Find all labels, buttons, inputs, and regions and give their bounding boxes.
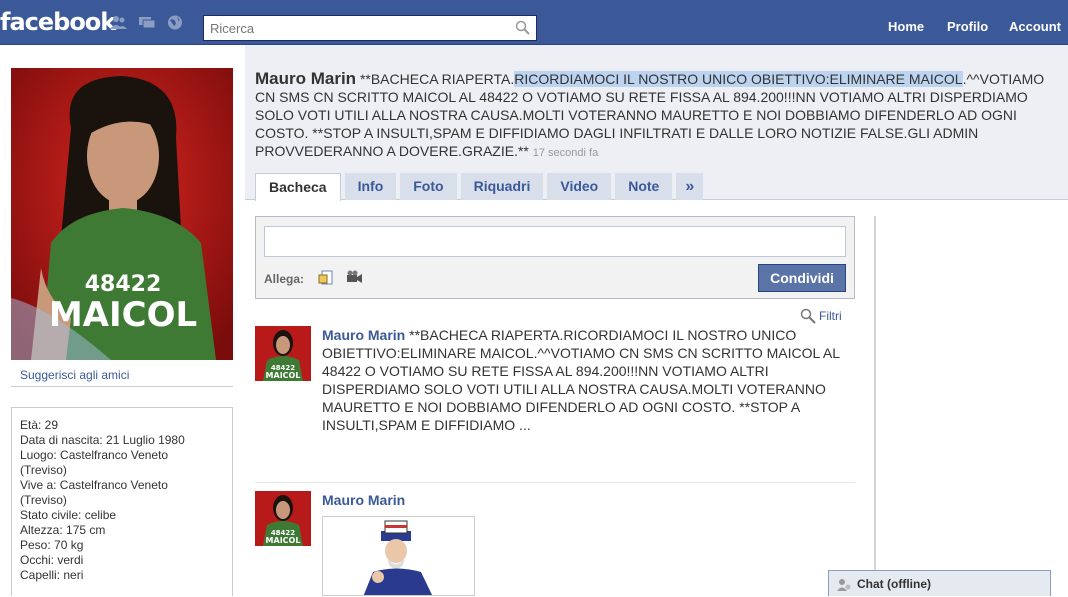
chat-bar[interactable]: Chat (offline)	[828, 570, 1051, 596]
status-text-highlight: RICORDIAMOCI IL NOSTRO UNICO OBIETTIVO:E…	[514, 71, 963, 87]
share-button[interactable]: Condividi	[758, 264, 846, 292]
wall-divider	[874, 216, 876, 596]
facebook-logo[interactable]: facebook	[0, 8, 116, 36]
info-line: Altezza: 175 cm	[20, 523, 106, 537]
info-line: Stato civile: celibe	[20, 508, 117, 522]
status-input[interactable]	[264, 226, 846, 257]
chat-people-icon	[837, 579, 851, 591]
tab-info[interactable]: Info	[344, 173, 397, 200]
divider	[11, 386, 233, 387]
nav-home[interactable]: Home	[888, 19, 924, 34]
search-input[interactable]	[204, 16, 504, 40]
svg-text:MAICOL: MAICOL	[266, 371, 301, 380]
post-author-name[interactable]: Mauro Marin	[322, 492, 405, 508]
info-line: Peso: 70 kg	[20, 538, 84, 552]
shirt-name-text: MAICOL	[49, 295, 197, 335]
chat-label: Chat (offline)	[857, 577, 931, 591]
search-box[interactable]	[203, 15, 537, 41]
profile-status: Mauro Marin **BACHECA RIAPERTA.RICORDIAM…	[255, 70, 1055, 162]
messages-icon[interactable]	[138, 15, 156, 30]
post-author-name[interactable]: Mauro Marin	[322, 327, 405, 343]
tab-wall[interactable]: Bacheca	[255, 173, 341, 201]
top-bar: facebook Home Profilo Account	[0, 0, 1068, 45]
nav-account[interactable]: Account	[1009, 19, 1061, 34]
tab-more[interactable]: »	[676, 173, 704, 200]
post-body: Mauro Marin	[322, 491, 842, 509]
post-body: Mauro Marin **BACHECA RIAPERTA.RICORDIAM…	[322, 326, 842, 434]
svg-text:MAICOL: MAICOL	[266, 536, 301, 545]
info-line: Capelli: neri	[20, 568, 84, 582]
post-divider	[255, 482, 855, 483]
info-line: Data di nascita: 21 Luglio 1980	[20, 433, 185, 447]
shirt-number-text: 48422	[85, 272, 162, 297]
uncle-sam-image	[323, 517, 474, 595]
friend-requests-icon[interactable]	[110, 15, 128, 30]
filters-label: Filtri	[819, 309, 842, 323]
info-line: Vive a: Castelfranco Veneto	[20, 478, 168, 492]
tab-boxes[interactable]: Riquadri	[460, 173, 544, 200]
info-line: Occhi: verdi	[20, 553, 84, 567]
publisher-box: Allega: Condividi	[255, 216, 855, 299]
magnifier-icon	[800, 308, 816, 324]
attach-photo-icon[interactable]	[318, 270, 336, 286]
tab-video[interactable]: Video	[547, 173, 612, 200]
info-line: Luogo: Castelfranco Veneto	[20, 448, 169, 462]
nav-profile[interactable]: Profilo	[947, 19, 988, 34]
status-timestamp[interactable]: 17 secondi fa	[533, 147, 598, 159]
attach-video-icon[interactable]	[345, 270, 363, 286]
filters-link[interactable]: Filtri	[800, 308, 842, 324]
post-image[interactable]	[322, 516, 475, 596]
info-line: (Treviso)	[20, 493, 67, 507]
profile-tabs: Bacheca Info Foto Riquadri Video Note »	[255, 173, 707, 201]
attach-label: Allega:	[264, 272, 305, 286]
notifications-globe-icon[interactable]	[166, 15, 184, 30]
suggest-to-friends-link[interactable]: Suggerisci agli amici	[20, 368, 129, 382]
tab-photos[interactable]: Foto	[400, 173, 457, 200]
tab-notes[interactable]: Note	[615, 173, 673, 200]
profile-info-box: Età: 29 Data di nascita: 21 Luglio 1980 …	[11, 407, 233, 596]
profile-name[interactable]: Mauro Marin	[255, 69, 356, 88]
post-author-avatar[interactable]: 48422 MAICOL	[255, 491, 311, 546]
profile-picture[interactable]: 48422 MAICOL	[11, 68, 233, 360]
info-line: Età: 29	[20, 418, 59, 432]
status-text-start: **BACHECA RIAPERTA.	[356, 71, 515, 87]
info-line: (Treviso)	[20, 463, 67, 477]
post-author-avatar[interactable]: 48422 MAICOL	[255, 326, 311, 381]
search-icon[interactable]	[515, 20, 530, 35]
